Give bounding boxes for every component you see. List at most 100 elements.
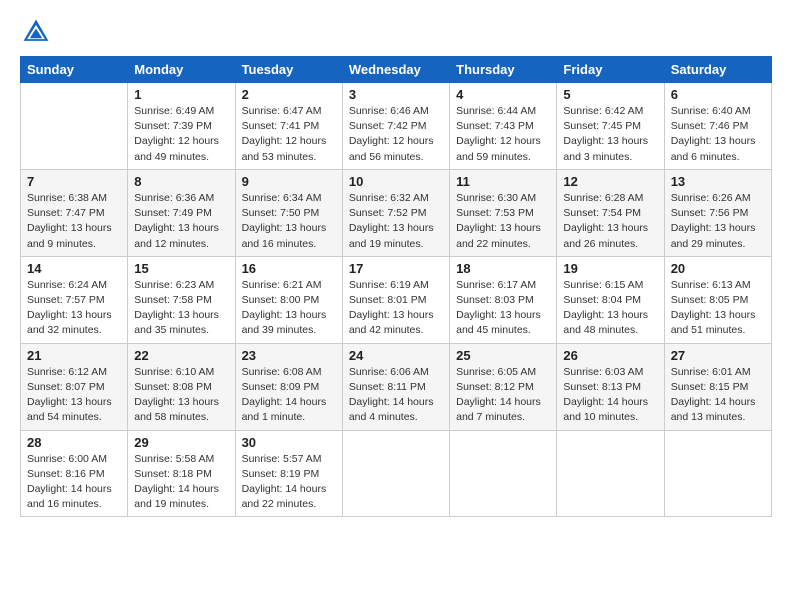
day-info: Sunrise: 6:44 AM Sunset: 7:43 PM Dayligh…	[456, 104, 550, 165]
weekday-header-row: SundayMondayTuesdayWednesdayThursdayFrid…	[21, 57, 772, 83]
calendar-cell: 25 Sunrise: 6:05 AM Sunset: 8:12 PM Dayli…	[450, 343, 557, 430]
day-info: Sunrise: 6:00 AM Sunset: 8:16 PM Dayligh…	[27, 452, 121, 513]
day-number: 28	[27, 435, 121, 450]
day-number: 11	[456, 174, 550, 189]
day-number: 21	[27, 348, 121, 363]
calendar-cell: 27 Sunrise: 6:01 AM Sunset: 8:15 PM Dayli…	[664, 343, 771, 430]
weekday-header-thursday: Thursday	[450, 57, 557, 83]
day-info: Sunrise: 6:34 AM Sunset: 7:50 PM Dayligh…	[242, 191, 336, 252]
day-number: 8	[134, 174, 228, 189]
day-info: Sunrise: 6:49 AM Sunset: 7:39 PM Dayligh…	[134, 104, 228, 165]
weekday-header-tuesday: Tuesday	[235, 57, 342, 83]
day-info: Sunrise: 6:17 AM Sunset: 8:03 PM Dayligh…	[456, 278, 550, 339]
day-number: 5	[563, 87, 657, 102]
calendar-week-row: 28 Sunrise: 6:00 AM Sunset: 8:16 PM Dayli…	[21, 430, 772, 517]
calendar-cell: 22 Sunrise: 6:10 AM Sunset: 8:08 PM Dayli…	[128, 343, 235, 430]
day-info: Sunrise: 6:21 AM Sunset: 8:00 PM Dayligh…	[242, 278, 336, 339]
day-info: Sunrise: 6:40 AM Sunset: 7:46 PM Dayligh…	[671, 104, 765, 165]
day-number: 22	[134, 348, 228, 363]
day-number: 6	[671, 87, 765, 102]
day-number: 17	[349, 261, 443, 276]
calendar-cell: 7Sunrise: 6:38 AM Sunset: 7:47 PM Daylig…	[21, 169, 128, 256]
day-info: Sunrise: 6:36 AM Sunset: 7:49 PM Dayligh…	[134, 191, 228, 252]
logo	[20, 16, 56, 48]
logo-icon	[20, 16, 52, 48]
day-info: Sunrise: 6:13 AM Sunset: 8:05 PM Dayligh…	[671, 278, 765, 339]
day-info: Sunrise: 6:08 AM Sunset: 8:09 PM Dayligh…	[242, 365, 336, 426]
day-number: 15	[134, 261, 228, 276]
day-number: 19	[563, 261, 657, 276]
header	[20, 16, 772, 48]
calendar-cell: 2Sunrise: 6:47 AM Sunset: 7:41 PM Daylig…	[235, 83, 342, 170]
page-container: SundayMondayTuesdayWednesdayThursdayFrid…	[0, 0, 792, 612]
calendar-cell	[450, 430, 557, 517]
day-info: Sunrise: 6:05 AM Sunset: 8:12 PM Dayligh…	[456, 365, 550, 426]
day-number: 12	[563, 174, 657, 189]
day-info: Sunrise: 5:58 AM Sunset: 8:18 PM Dayligh…	[134, 452, 228, 513]
calendar-table: SundayMondayTuesdayWednesdayThursdayFrid…	[20, 56, 772, 517]
day-info: Sunrise: 6:32 AM Sunset: 7:52 PM Dayligh…	[349, 191, 443, 252]
calendar-cell: 18 Sunrise: 6:17 AM Sunset: 8:03 PM Dayli…	[450, 256, 557, 343]
weekday-header-friday: Friday	[557, 57, 664, 83]
calendar-cell: 30 Sunrise: 5:57 AM Sunset: 8:19 PM Dayli…	[235, 430, 342, 517]
day-info: Sunrise: 6:42 AM Sunset: 7:45 PM Dayligh…	[563, 104, 657, 165]
day-number: 14	[27, 261, 121, 276]
day-info: Sunrise: 6:24 AM Sunset: 7:57 PM Dayligh…	[27, 278, 121, 339]
calendar-cell: 26Sunrise: 6:03 AM Sunset: 8:13 PM Dayli…	[557, 343, 664, 430]
calendar-week-row: 21 Sunrise: 6:12 AM Sunset: 8:07 PM Dayli…	[21, 343, 772, 430]
calendar-cell: 3 Sunrise: 6:46 AM Sunset: 7:42 PM Daylig…	[342, 83, 449, 170]
day-number: 7	[27, 174, 121, 189]
day-info: Sunrise: 6:10 AM Sunset: 8:08 PM Dayligh…	[134, 365, 228, 426]
day-number: 20	[671, 261, 765, 276]
day-info: Sunrise: 6:46 AM Sunset: 7:42 PM Dayligh…	[349, 104, 443, 165]
day-info: Sunrise: 6:26 AM Sunset: 7:56 PM Dayligh…	[671, 191, 765, 252]
calendar-cell: 19 Sunrise: 6:15 AM Sunset: 8:04 PM Dayli…	[557, 256, 664, 343]
day-info: Sunrise: 6:12 AM Sunset: 8:07 PM Dayligh…	[27, 365, 121, 426]
day-info: Sunrise: 6:06 AM Sunset: 8:11 PM Dayligh…	[349, 365, 443, 426]
calendar-cell	[21, 83, 128, 170]
day-number: 10	[349, 174, 443, 189]
calendar-cell: 8 Sunrise: 6:36 AM Sunset: 7:49 PM Daylig…	[128, 169, 235, 256]
calendar-cell: 14 Sunrise: 6:24 AM Sunset: 7:57 PM Dayli…	[21, 256, 128, 343]
calendar-cell	[342, 430, 449, 517]
day-number: 24	[349, 348, 443, 363]
weekday-header-monday: Monday	[128, 57, 235, 83]
day-info: Sunrise: 6:23 AM Sunset: 7:58 PM Dayligh…	[134, 278, 228, 339]
day-info: Sunrise: 6:01 AM Sunset: 8:15 PM Dayligh…	[671, 365, 765, 426]
calendar-cell: 9Sunrise: 6:34 AM Sunset: 7:50 PM Daylig…	[235, 169, 342, 256]
day-number: 13	[671, 174, 765, 189]
day-number: 23	[242, 348, 336, 363]
day-info: Sunrise: 5:57 AM Sunset: 8:19 PM Dayligh…	[242, 452, 336, 513]
calendar-cell: 23 Sunrise: 6:08 AM Sunset: 8:09 PM Dayli…	[235, 343, 342, 430]
day-number: 3	[349, 87, 443, 102]
day-number: 2	[242, 87, 336, 102]
calendar-week-row: 1 Sunrise: 6:49 AM Sunset: 7:39 PM Daylig…	[21, 83, 772, 170]
calendar-cell: 1 Sunrise: 6:49 AM Sunset: 7:39 PM Daylig…	[128, 83, 235, 170]
calendar-cell: 12 Sunrise: 6:28 AM Sunset: 7:54 PM Dayli…	[557, 169, 664, 256]
weekday-header-sunday: Sunday	[21, 57, 128, 83]
calendar-cell: 4 Sunrise: 6:44 AM Sunset: 7:43 PM Daylig…	[450, 83, 557, 170]
day-number: 1	[134, 87, 228, 102]
day-info: Sunrise: 6:15 AM Sunset: 8:04 PM Dayligh…	[563, 278, 657, 339]
calendar-cell: 29 Sunrise: 5:58 AM Sunset: 8:18 PM Dayli…	[128, 430, 235, 517]
weekday-header-saturday: Saturday	[664, 57, 771, 83]
calendar-cell: 15 Sunrise: 6:23 AM Sunset: 7:58 PM Dayli…	[128, 256, 235, 343]
day-info: Sunrise: 6:28 AM Sunset: 7:54 PM Dayligh…	[563, 191, 657, 252]
day-number: 18	[456, 261, 550, 276]
calendar-cell: 28 Sunrise: 6:00 AM Sunset: 8:16 PM Dayli…	[21, 430, 128, 517]
calendar-week-row: 7Sunrise: 6:38 AM Sunset: 7:47 PM Daylig…	[21, 169, 772, 256]
day-number: 16	[242, 261, 336, 276]
calendar-cell: 5 Sunrise: 6:42 AM Sunset: 7:45 PM Daylig…	[557, 83, 664, 170]
calendar-cell: 24 Sunrise: 6:06 AM Sunset: 8:11 PM Dayli…	[342, 343, 449, 430]
day-number: 27	[671, 348, 765, 363]
calendar-cell	[664, 430, 771, 517]
day-number: 26	[563, 348, 657, 363]
day-info: Sunrise: 6:19 AM Sunset: 8:01 PM Dayligh…	[349, 278, 443, 339]
calendar-week-row: 14 Sunrise: 6:24 AM Sunset: 7:57 PM Dayli…	[21, 256, 772, 343]
day-number: 30	[242, 435, 336, 450]
day-number: 4	[456, 87, 550, 102]
day-number: 29	[134, 435, 228, 450]
calendar-cell: 17 Sunrise: 6:19 AM Sunset: 8:01 PM Dayli…	[342, 256, 449, 343]
day-number: 25	[456, 348, 550, 363]
calendar-cell: 21 Sunrise: 6:12 AM Sunset: 8:07 PM Dayli…	[21, 343, 128, 430]
